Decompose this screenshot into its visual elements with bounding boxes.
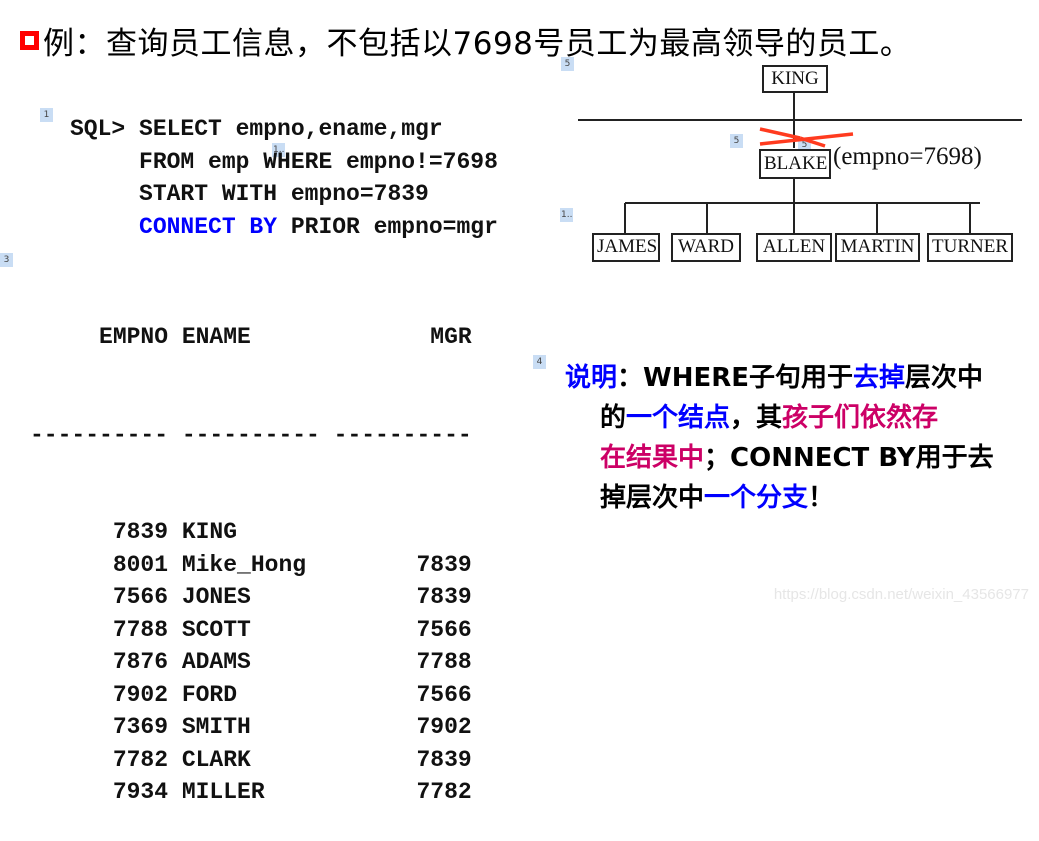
tree-node-child: JAMES [592, 233, 660, 262]
note-text-magenta: 在结果中 [600, 443, 705, 473]
note-text-blue: 说明 [565, 363, 618, 393]
note-line: 的一个结点，其孩子们依然存 [565, 398, 994, 438]
sql-code-line: START WITH empno=7839 [70, 178, 498, 211]
table-row: 7934 MILLER 7782 [30, 779, 472, 805]
sql-text: SQL> SELECT empno,ename,mgr [70, 116, 443, 142]
table-row: 7566 JONES 7839 [30, 584, 472, 610]
table-row: 7788 SCOTT 7566 [30, 616, 472, 643]
table-row: 7876 ADAMS 7788 [30, 649, 472, 675]
query-result-table: EMPNO ENAME MGR ---------- ---------- --… [30, 256, 472, 841]
note-text-blue: 一个结点 [626, 403, 731, 433]
note-text-blue: 去掉 [853, 363, 906, 393]
note-text-blue: 一个分支 [704, 483, 809, 513]
table-row: 7839 KING [30, 519, 472, 545]
explanation-note: 说明：WHERE子句用于去掉层次中 的一个结点，其孩子们依然存 在结果中；CONNE… [565, 358, 994, 518]
sql-code-line: CONNECT BY PRIOR empno=mgr [70, 211, 498, 244]
note-text-black: 掉层次中 [600, 483, 705, 513]
table-row: 7782 CLARK 7839 [30, 746, 472, 773]
note-text-black: ：WHERE子句用于 [617, 363, 853, 393]
sql-text: START WITH empno=7839 [70, 181, 429, 207]
table-row: 7902 FORD 7566 [30, 681, 472, 708]
sql-keyword: CONNECT BY [70, 213, 278, 240]
note-line: 在结果中；CONNECT BY用于去 [565, 438, 994, 478]
sql-text: PRIOR empno=mgr [277, 213, 498, 240]
comment-tag[interactable]: 4 [533, 355, 546, 369]
table-row: 8001 Mike_Hong 7839 [30, 551, 472, 578]
result-separator: ---------- ---------- ---------- [30, 421, 472, 448]
sql-text: FROM emp WHERE empno!=7698 [70, 148, 498, 175]
watermark-url: https://blog.csdn.net/weixin_43566977 [773, 586, 1029, 603]
hierarchy-tree-diagram: KING BLAKE (empno=7698) JAMES WARD ALLEN… [570, 55, 1039, 275]
tree-node-child: WARD [671, 233, 741, 262]
note-text-black: ；CONNECT BY用于去 [704, 443, 994, 473]
table-row: 7369 SMITH 7902 [30, 714, 472, 740]
note-text-black: ，其 [730, 403, 783, 433]
note-line: 掉层次中一个分支！ [565, 478, 994, 518]
tree-node-child: ALLEN [756, 233, 832, 262]
middle-node-annotation: (empno=7698) [833, 143, 982, 170]
sql-code-block: SQL> SELECT empno,ename,mgr FROM emp WHE… [70, 113, 498, 243]
sql-code-line: FROM emp WHERE empno!=7698 [70, 146, 498, 179]
note-text-black: 层次中 [905, 363, 984, 393]
result-header: EMPNO ENAME MGR [30, 324, 472, 350]
sql-code-line: SQL> SELECT empno,ename,mgr [70, 113, 498, 146]
note-text-black: ！ [808, 483, 835, 513]
red-square-bullet-icon [20, 30, 39, 50]
comment-tag[interactable]: 1 [40, 108, 53, 122]
tree-node-middle: BLAKE [759, 149, 831, 179]
tree-node-child: MARTIN [835, 233, 920, 262]
note-text-magenta: 孩子们依然存 [782, 403, 939, 433]
tree-node-child: TURNER [927, 233, 1013, 262]
note-text-black: 的 [600, 403, 627, 433]
comment-tag[interactable]: 3 [0, 253, 13, 267]
note-line: 说明：WHERE子句用于去掉层次中 [565, 358, 994, 398]
tree-node-root: KING [762, 65, 828, 93]
